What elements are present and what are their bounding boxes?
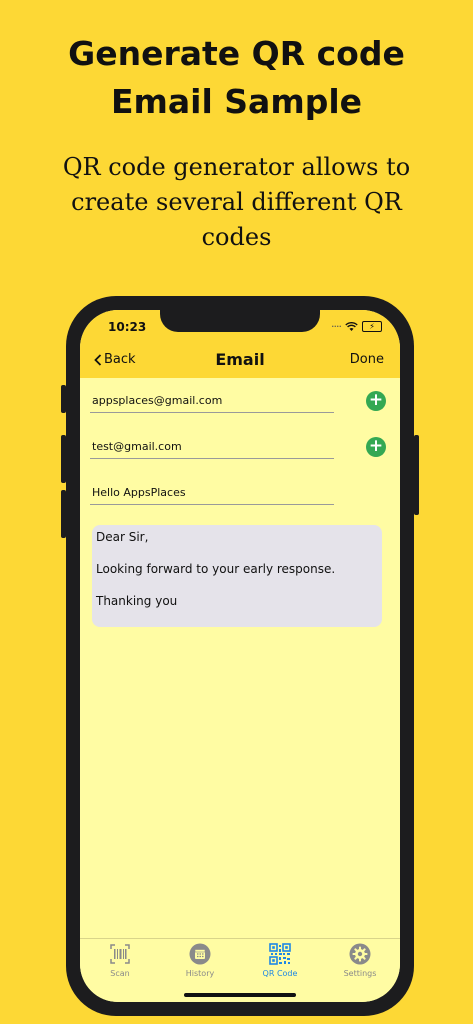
phone-notch bbox=[160, 310, 320, 332]
tab-qr-code-label: QR Code bbox=[262, 969, 298, 978]
body-line-3: Thanking you bbox=[96, 594, 178, 608]
battery-charging-icon: ⚡ bbox=[362, 321, 382, 332]
home-indicator[interactable] bbox=[184, 993, 296, 997]
tab-bar: Scan History QR Code Settings bbox=[80, 938, 400, 1002]
subtitle-line-3: codes bbox=[201, 223, 272, 251]
header-bar: 10:23 ···· ⚡ Back Email Done bbox=[80, 310, 400, 378]
navigation-bar: Back Email Done bbox=[80, 348, 400, 378]
tab-history-label: History bbox=[185, 969, 215, 978]
tab-settings-label: Settings bbox=[343, 969, 377, 978]
tab-history[interactable]: History bbox=[170, 943, 230, 978]
gear-icon bbox=[349, 943, 371, 965]
body-line-2: Looking forward to your early response. bbox=[96, 562, 336, 576]
qr-code-icon bbox=[269, 943, 291, 965]
promo-headline: Generate QR code Email Sample bbox=[0, 30, 473, 126]
phone-volume-down bbox=[61, 490, 66, 538]
body-line-1: Dear Sir, bbox=[96, 530, 149, 544]
calendar-icon bbox=[189, 943, 211, 965]
plus-icon: + bbox=[368, 390, 384, 410]
add-cc-button[interactable]: + bbox=[366, 437, 386, 457]
tab-qr-code[interactable]: QR Code bbox=[250, 943, 310, 978]
add-recipient-button[interactable]: + bbox=[366, 391, 386, 411]
phone-volume-up bbox=[61, 435, 66, 483]
tab-scan-label: Scan bbox=[110, 969, 130, 978]
email-cc-field[interactable]: test@gmail.com bbox=[90, 438, 334, 459]
email-subject-field[interactable]: Hello AppsPlaces bbox=[90, 484, 334, 505]
status-time: 10:23 bbox=[108, 320, 147, 334]
signal-dots-icon: ···· bbox=[331, 320, 342, 333]
phone-power-button bbox=[414, 435, 419, 515]
promo-subtitle: QR code generator allows to create sever… bbox=[20, 150, 453, 255]
phone-side-button bbox=[61, 385, 66, 413]
subtitle-line-2: create several different QR bbox=[71, 188, 402, 216]
headline-line-1: Generate QR code bbox=[68, 34, 405, 73]
back-button-label: Back bbox=[104, 352, 136, 367]
status-icons: ···· ⚡ bbox=[331, 320, 382, 333]
phone-screen: 10:23 ···· ⚡ Back Email Done appsplaces@… bbox=[80, 310, 400, 1002]
tab-scan[interactable]: Scan bbox=[90, 943, 150, 978]
plus-icon: + bbox=[368, 436, 384, 456]
email-to-field[interactable]: appsplaces@gmail.com bbox=[90, 392, 334, 413]
email-body-textarea[interactable]: Dear Sir, Looking forward to your early … bbox=[92, 525, 382, 627]
done-button[interactable]: Done bbox=[350, 352, 384, 367]
chevron-left-icon bbox=[94, 353, 102, 366]
wifi-icon bbox=[345, 321, 358, 331]
barcode-icon bbox=[110, 944, 130, 964]
tab-settings[interactable]: Settings bbox=[330, 943, 390, 978]
subtitle-line-1: QR code generator allows to bbox=[62, 153, 411, 181]
headline-line-2: Email Sample bbox=[110, 82, 363, 121]
back-button[interactable]: Back bbox=[94, 352, 136, 367]
